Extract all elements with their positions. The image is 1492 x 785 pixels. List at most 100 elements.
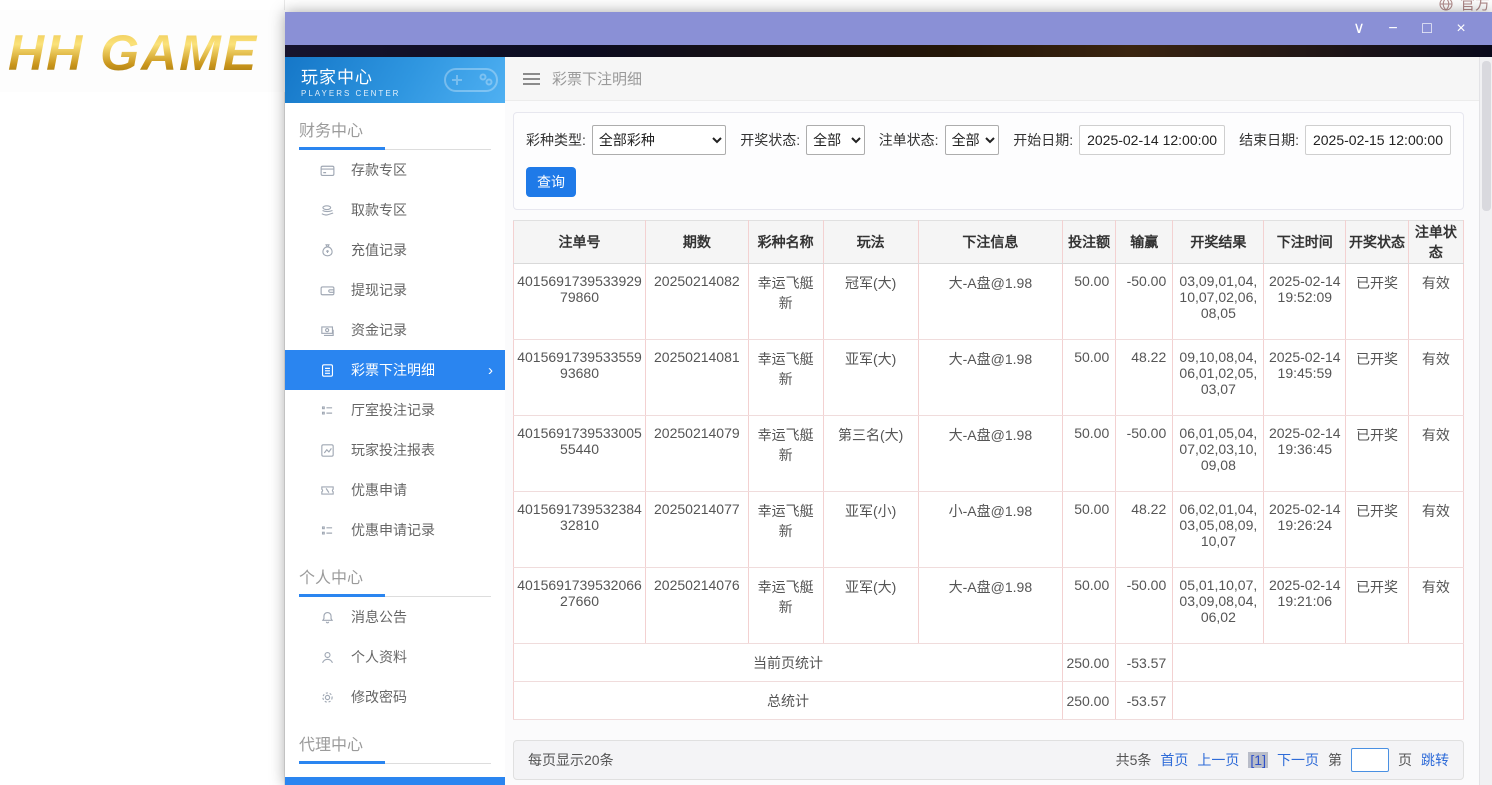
- cell-win-loss: 48.22: [1116, 340, 1173, 416]
- start-date-input[interactable]: [1079, 125, 1225, 155]
- sidebar-item-hall-bet-record[interactable]: 厅室投注记录: [285, 390, 505, 430]
- lottery-type-select[interactable]: 全部彩种: [592, 125, 726, 155]
- summary-label: 总统计: [514, 682, 1063, 720]
- end-date-label: 结束日期:: [1239, 130, 1299, 150]
- cell-period: 20250214077: [646, 492, 749, 568]
- cell-order-status: 有效: [1408, 568, 1463, 644]
- collapse-button[interactable]: ∨: [1342, 12, 1376, 45]
- end-date-input[interactable]: [1305, 125, 1451, 155]
- cell-amount: 50.00: [1063, 416, 1116, 492]
- col-period: 期数: [646, 221, 749, 264]
- cell-period: 20250214082: [646, 264, 749, 340]
- section-agent-center: 代理中心: [299, 731, 491, 764]
- page-title: 彩票下注明细: [552, 68, 642, 89]
- sidebar-item-message-notice[interactable]: 消息公告: [285, 597, 505, 637]
- page-prefix-label: 第: [1328, 750, 1342, 770]
- col-play: 玩法: [823, 221, 918, 264]
- cell-bet-info: 小-A盘@1.98: [918, 492, 1062, 568]
- first-page-link[interactable]: 首页: [1160, 750, 1188, 770]
- draw-status-select[interactable]: 全部: [806, 125, 865, 155]
- page-suffix-label: 页: [1398, 750, 1412, 770]
- sidebar-item-promo-apply-record[interactable]: 优惠申请记录: [285, 510, 505, 550]
- col-win-loss: 输赢: [1116, 221, 1173, 264]
- gear-icon: [319, 689, 336, 706]
- cell-result: 09,10,08,04,06,01,02,05,03,07: [1173, 340, 1264, 416]
- sidebar-item-label: 资金记录: [351, 320, 407, 340]
- prev-page-link[interactable]: 上一页: [1197, 750, 1239, 770]
- order-status-label: 注单状态:: [879, 130, 939, 150]
- sidebar-item-lottery-bet-detail[interactable]: 彩票下注明细 ›: [285, 350, 505, 390]
- window-titlebar: ∨ − □ ×: [285, 12, 1492, 45]
- col-order-status: 注单状态: [1408, 221, 1463, 264]
- cell-bet-time: 2025-02-14 19:45:59: [1264, 340, 1346, 416]
- sidebar-menu: 财务中心 存款专区 取款专区 充值记录 提现记录 资金记录: [285, 103, 505, 777]
- sidebar-item-player-bet-report[interactable]: 玩家投注报表: [285, 430, 505, 470]
- summary-empty: [1173, 644, 1464, 682]
- cell-bet-time: 2025-02-14 19:52:09: [1264, 264, 1346, 340]
- cell-draw-status: 已开奖: [1346, 568, 1409, 644]
- sidebar-item-personal-profile[interactable]: 个人资料: [285, 637, 505, 677]
- withdraw-hand-icon: [319, 202, 336, 219]
- sidebar-item-funds-record[interactable]: 资金记录: [285, 310, 505, 350]
- col-order-no: 注单号: [514, 221, 646, 264]
- current-page-summary-row: 当前页统计 250.00 -53.57: [514, 644, 1464, 682]
- sidebar-item-label: 充值记录: [351, 240, 407, 260]
- cell-result: 06,01,05,04,07,02,03,10,09,08: [1173, 416, 1264, 492]
- col-result: 开奖结果: [1173, 221, 1264, 264]
- logo-band: HH GAME: [0, 10, 285, 92]
- close-button[interactable]: ×: [1444, 12, 1478, 45]
- query-button[interactable]: 查询: [526, 167, 576, 197]
- cell-win-loss: -50.00: [1116, 416, 1173, 492]
- list-icon: [319, 402, 336, 419]
- hamburger-menu-icon[interactable]: [523, 70, 540, 88]
- page-jump-input[interactable]: [1351, 748, 1389, 772]
- cell-draw-status: 已开奖: [1346, 340, 1409, 416]
- sidebar-item-label: 取款专区: [351, 200, 407, 220]
- cell-order-status: 有效: [1408, 416, 1463, 492]
- maximize-button[interactable]: □: [1410, 12, 1444, 45]
- banner-strip: [285, 45, 1492, 57]
- summary-label: 当前页统计: [514, 644, 1063, 682]
- cell-period: 20250214076: [646, 568, 749, 644]
- table-row: 401569173953300555440 20250214079 幸运飞艇新 …: [514, 416, 1464, 492]
- sidebar-item-withdraw-zone[interactable]: 取款专区: [285, 190, 505, 230]
- sidebar-item-label: 玩家投注报表: [351, 440, 435, 460]
- sidebar-item-withdrawal-record[interactable]: 提现记录: [285, 270, 505, 310]
- site-logo: HH GAME: [8, 24, 258, 82]
- cell-period: 20250214081: [646, 340, 749, 416]
- cell-period: 20250214079: [646, 416, 749, 492]
- cell-lottery: 幸运飞艇新: [748, 340, 823, 416]
- cell-play: 亚军(大): [823, 568, 918, 644]
- lottery-type-label: 彩种类型:: [526, 130, 586, 150]
- sidebar-item-label: 优惠申请记录: [351, 520, 435, 540]
- cell-order-no: 401569173953206627660: [514, 568, 646, 644]
- cell-order-status: 有效: [1408, 492, 1463, 568]
- sidebar-item-deposit-zone[interactable]: 存款专区: [285, 150, 505, 190]
- sidebar-item-recharge-record[interactable]: 充值记录: [285, 230, 505, 270]
- sidebar-item-promo-apply[interactable]: 优惠申请: [285, 470, 505, 510]
- vertical-scrollbar[interactable]: [1479, 57, 1492, 785]
- cell-bet-info: 大-A盘@1.98: [918, 416, 1062, 492]
- jump-link[interactable]: 跳转: [1421, 750, 1449, 770]
- scrollbar-thumb[interactable]: [1482, 61, 1491, 211]
- cell-amount: 50.00: [1063, 492, 1116, 568]
- per-page-label: 每页显示20条: [528, 750, 614, 770]
- cell-bet-info: 大-A盘@1.98: [918, 264, 1062, 340]
- bell-icon: [319, 609, 336, 626]
- cell-win-loss: -50.00: [1116, 264, 1173, 340]
- cell-play: 亚军(大): [823, 340, 918, 416]
- sidebar-item-label: 个人资料: [351, 647, 407, 667]
- order-status-select[interactable]: 全部: [945, 125, 1000, 155]
- minimize-button[interactable]: −: [1376, 12, 1410, 45]
- cell-play: 亚军(小): [823, 492, 918, 568]
- table-row: 401569173953392979860 20250214082 幸运飞艇新 …: [514, 264, 1464, 340]
- sidebar-item-change-password[interactable]: 修改密码: [285, 677, 505, 717]
- sidebar-item-label: 优惠申请: [351, 480, 407, 500]
- cell-play: 冠军(大): [823, 264, 918, 340]
- next-page-link[interactable]: 下一页: [1277, 750, 1319, 770]
- gamepad-icon: [439, 59, 503, 99]
- total-summary-row: 总统计 250.00 -53.57: [514, 682, 1464, 720]
- cell-order-no: 401569173953392979860: [514, 264, 646, 340]
- current-page-indicator[interactable]: [1]: [1248, 752, 1268, 768]
- sidebar-header: 玩家中心 PLAYERS CENTER: [285, 57, 505, 103]
